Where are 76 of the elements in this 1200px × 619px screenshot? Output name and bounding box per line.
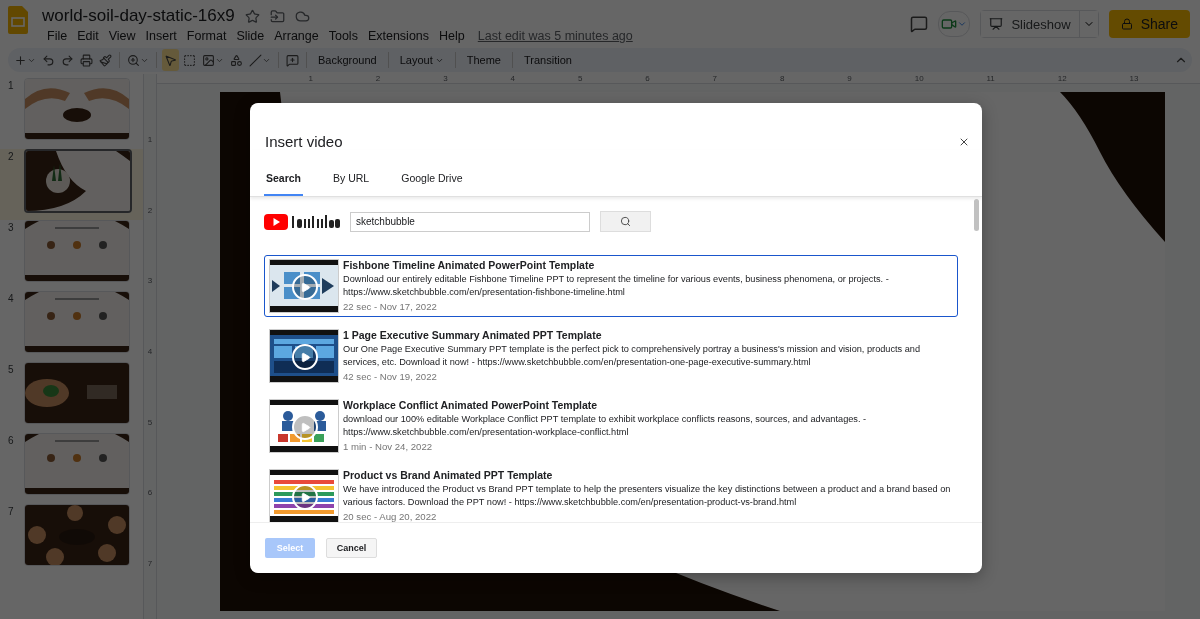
zoom-icon	[127, 53, 140, 67]
menu-item[interactable]: File	[42, 28, 73, 44]
video-title: 1 Page Executive Summary Animated PPT Template	[343, 329, 603, 341]
toolbar-button[interactable]: Theme	[460, 54, 507, 66]
dialog-title: Insert video	[265, 133, 343, 150]
menu-item[interactable]: Tools	[323, 28, 363, 44]
slide-row[interactable]: 2	[0, 149, 144, 220]
video-result[interactable]	[264, 255, 958, 317]
cancel-button[interactable]: Cancel	[326, 538, 377, 558]
toolbar-button[interactable]: Background	[312, 54, 383, 66]
video-meta: 1 min - Nov 24, 2022	[343, 441, 434, 452]
comment-icon[interactable]	[910, 15, 929, 33]
add-comment-icon	[286, 53, 299, 67]
slide-number: 2	[8, 151, 15, 162]
search-field[interactable]: sketchbubble	[350, 211, 590, 232]
lock-icon	[1120, 18, 1133, 30]
play-triangle-icon	[299, 351, 311, 363]
tab[interactable]: Google Drive	[399, 168, 465, 196]
add-icon	[14, 53, 27, 67]
search-button[interactable]	[600, 211, 651, 232]
menu-item[interactable]: View	[103, 28, 141, 44]
scrollbar-thumb[interactable]	[974, 199, 979, 231]
share-button[interactable]: Share	[1108, 10, 1190, 38]
slide-number: 1	[8, 80, 15, 91]
slide-number: 7	[8, 506, 15, 517]
play-triangle-icon	[299, 491, 311, 503]
image-icon	[202, 53, 215, 67]
video-description: We have introduced the Product vs Brand PPT template to help the presenters visualize the key distinctions between a product and a brand based on various factors. Download the PPT now! - https://www.sketchbubble.com/en/presentation-product-vs-brand.html	[343, 483, 952, 509]
video-description: download our 100% editable Workplace Conflict PPT template to exhibit workplace conflicts reasons, sources, and advantages. - https://www.sketchbubble.com/en/presentation-workplace-conflict.html	[343, 413, 868, 439]
video-title: Workplace Conflict Animated PowerPoint Template	[343, 399, 599, 411]
print-icon	[80, 53, 93, 67]
text-box-icon	[183, 53, 196, 67]
cursor-tool[interactable]	[162, 49, 179, 71]
video-meta: 42 sec - Nov 19, 2022	[343, 371, 438, 382]
menu-item[interactable]: Format	[181, 28, 232, 44]
document-title[interactable]: world-soil-day-static-16x9	[42, 6, 235, 26]
slide-number: 3	[8, 222, 15, 233]
video-description: Our One Page Executive Summary PPT template is the perfect pick to comprehensively portray a business's mission and vision, products and services, etc. Download it now! - https://www.sketchbubble.com/en/presentation-one-page-executive-summary.html	[343, 343, 922, 369]
caret-icon	[957, 19, 968, 29]
redo-icon	[61, 53, 74, 67]
shapes-icon	[230, 53, 243, 67]
menu-item[interactable]: Slide	[231, 28, 270, 44]
search-icon	[620, 216, 631, 227]
star-icon[interactable]	[244, 8, 260, 24]
last-edit-link[interactable]: Last edit was 5 minutes ago	[477, 29, 633, 43]
tab[interactable]: Search	[264, 168, 304, 196]
menu-item[interactable]: Help	[434, 28, 470, 44]
slide-number: 6	[8, 435, 15, 446]
presentation-icon	[989, 17, 1004, 31]
menu-item[interactable]: Extensions	[362, 28, 435, 44]
paintbrush-icon	[99, 53, 112, 67]
toolbar-button[interactable]: Transition	[518, 54, 578, 66]
video-camera-icon	[941, 16, 958, 32]
folder-icon[interactable]	[269, 8, 285, 24]
slide-number: 4	[8, 293, 15, 304]
play-triangle-icon	[299, 281, 311, 293]
slides-logo-icon[interactable]	[8, 6, 28, 34]
play-triangle-icon	[299, 421, 311, 433]
menu-item[interactable]: Arrange	[269, 28, 324, 44]
video-meta: 22 sec - Nov 17, 2022	[343, 301, 438, 312]
toolbar-button[interactable]: Layout	[393, 54, 450, 66]
youtube-logo-icon	[264, 212, 340, 231]
video-title: Fishbone Timeline Animated PowerPoint Template	[343, 259, 596, 271]
line-icon	[249, 53, 262, 67]
cursor-icon	[164, 53, 177, 67]
ruler-number: 4	[510, 74, 515, 83]
meet-button[interactable]	[938, 11, 971, 37]
video-description: Download our entirely editable Fishbone Timeline PPT to represent the timeline for various events, business phenomena, or projects. - https://www.sketchbubble.com/en/presentation-fishbone-timeline.html	[343, 273, 890, 299]
undo-icon	[42, 53, 55, 67]
video-meta: 20 sec - Aug 20, 2022	[343, 511, 438, 522]
menu-item[interactable]: Insert	[140, 28, 182, 44]
video-title: Product vs Brand Animated PPT Template	[343, 469, 554, 481]
menu-item[interactable]: Edit	[72, 28, 104, 44]
slide-number: 5	[8, 364, 15, 375]
tab[interactable]: By URL	[331, 168, 372, 196]
cloud-icon[interactable]	[294, 8, 310, 24]
